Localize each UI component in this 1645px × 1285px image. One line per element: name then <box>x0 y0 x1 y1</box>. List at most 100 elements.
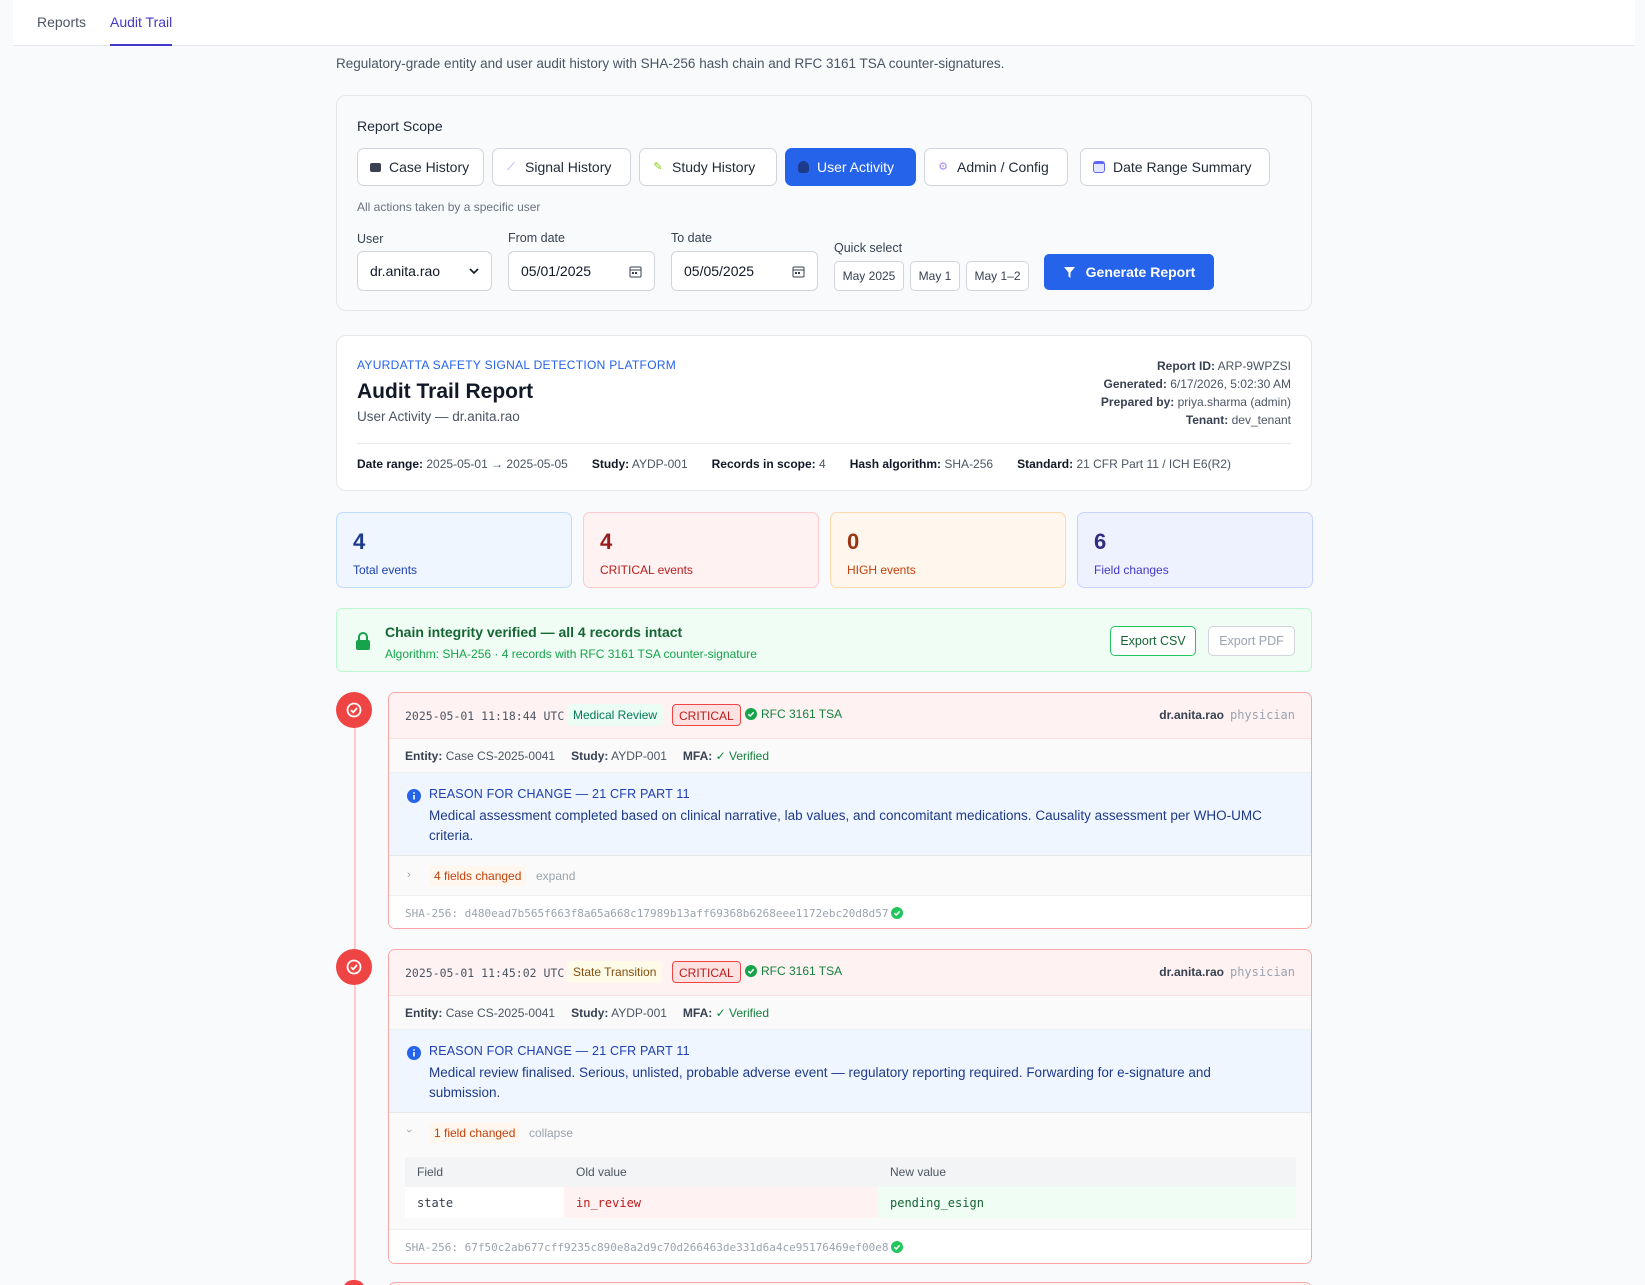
event-entity: Entity: Case CS-2025-0041 <box>405 748 556 763</box>
audit-event: 2025-05-01 11:45:02 UTC State Transition… <box>388 949 1312 1264</box>
to-date-input[interactable]: 05/05/2025 <box>671 251 818 291</box>
scope-case-history-button[interactable]: Case History <box>357 148 484 186</box>
gear-icon: ⚙ <box>938 161 948 173</box>
to-date-label: To date <box>671 231 713 245</box>
scope-study-history-button[interactable]: ✎ Study History <box>639 148 777 186</box>
column-header: New value <box>878 1157 1296 1187</box>
check-circle-icon <box>891 907 903 919</box>
scope-date-range-summary-button[interactable]: Date Range Summary <box>1080 148 1270 186</box>
fields-changed-badge: 1 field changed <box>429 1123 521 1143</box>
diff-old-value: in_review <box>564 1187 878 1218</box>
user-select[interactable]: dr.anita.rao <box>357 251 492 291</box>
reason-for-change: REASON FOR CHANGE — 21 CFR PART 11 Medic… <box>389 773 1311 856</box>
quick-select-may-1[interactable]: May 1 <box>910 261 960 291</box>
event-mfa: MFA: ✓ Verified <box>682 1005 770 1020</box>
report-id: Report ID: ARP-9WPZSI <box>1156 359 1291 373</box>
info-icon <box>407 1046 421 1060</box>
field-changes-row[interactable]: › 1 field changed collapse Field Old val… <box>389 1113 1311 1230</box>
field-diff-table: Field Old value New value state in_revie… <box>405 1157 1296 1218</box>
check-circle-icon <box>745 965 757 977</box>
event-entity: Entity: Case CS-2025-0041 <box>405 1005 556 1020</box>
tab-reports[interactable]: Reports <box>37 0 86 46</box>
collapse-toggle[interactable]: collapse <box>529 1126 573 1140</box>
export-pdf-button[interactable]: Export PDF <box>1208 626 1295 656</box>
fact-study: Study: AYDP-001 <box>591 457 688 471</box>
integrity-detail: Algorithm: SHA-256 · 4 records with RFC … <box>385 647 757 661</box>
event-user: dr.anita.rao physician <box>1159 965 1295 979</box>
event-mfa: MFA: ✓ Verified <box>682 748 770 763</box>
fact-records: Records in scope: 4 <box>711 457 826 471</box>
reason-title: REASON FOR CHANGE — 21 CFR PART 11 <box>429 787 690 801</box>
timeline-dot <box>343 1280 365 1285</box>
pencil-icon: ✎ <box>653 161 663 173</box>
filter-icon <box>1063 266 1075 278</box>
timeline-dot <box>336 692 372 728</box>
check-circle-icon <box>745 708 757 720</box>
reason-title: REASON FOR CHANGE — 21 CFR PART 11 <box>429 1044 690 1058</box>
scope-description: All actions taken by a specific user <box>357 200 541 214</box>
report-scope-line: User Activity — dr.anita.rao <box>357 409 520 424</box>
table-row: state in_review pending_esign <box>405 1187 1296 1218</box>
chevron-down-icon[interactable]: › <box>403 1129 415 1133</box>
event-hash: SHA-256: d480ead7b565f663f8a65a668c17989… <box>389 896 1311 928</box>
scope-title: Report Scope <box>357 118 443 134</box>
quick-select-may-1-2[interactable]: May 1–2 <box>966 261 1029 291</box>
report-facts: Date range: 2025-05-01 → 2025-05-05 Stud… <box>357 457 1231 471</box>
user-label: User <box>357 232 384 246</box>
divider <box>357 443 1291 444</box>
platform-name: AYURDATTA SAFETY SIGNAL DETECTION PLATFO… <box>357 358 677 372</box>
report-header-card: AYURDATTA SAFETY SIGNAL DETECTION PLATFO… <box>336 335 1312 491</box>
event-study: Study: AYDP-001 <box>571 748 667 763</box>
calendar-icon[interactable] <box>792 265 805 278</box>
fact-standard: Standard: 21 CFR Part 11 / ICH E6(R2) <box>1017 457 1231 471</box>
from-date-label: From date <box>508 231 565 245</box>
page-subtitle: Regulatory-grade entity and user audit h… <box>336 56 1005 71</box>
chevron-right-icon[interactable]: › <box>407 869 411 881</box>
fact-hash-algorithm: Hash algorithm: SHA-256 <box>849 457 994 471</box>
severity-badge: CRITICAL <box>672 704 741 726</box>
quick-select-may-2025[interactable]: May 2025 <box>834 261 904 291</box>
calendar-icon <box>1093 161 1105 173</box>
event-user: dr.anita.rao physician <box>1159 708 1295 722</box>
generate-report-button[interactable]: Generate Report <box>1044 254 1214 290</box>
report-meta: Report ID: ARP-9WPZSI Generated: 6/17/20… <box>1101 357 1291 429</box>
column-header: Old value <box>564 1157 878 1187</box>
column-header: Field <box>405 1157 564 1187</box>
report-scope-panel: Report Scope Case History ⟋ Signal Histo… <box>336 95 1312 311</box>
scope-admin-config-button[interactable]: ⚙ Admin / Config <box>924 148 1068 186</box>
stat-high-events: 0 HIGH events <box>830 512 1066 588</box>
calendar-icon[interactable] <box>629 265 642 278</box>
event-timestamp: 2025-05-01 11:45:02 UTC <box>405 966 565 980</box>
check-circle-icon <box>346 959 362 975</box>
tsa-badge: RFC 3161 TSA <box>745 707 842 721</box>
check-circle-icon <box>346 702 362 718</box>
scope-user-activity-button[interactable]: User Activity <box>785 148 916 186</box>
report-prepared-by: Prepared by: priya.sharma (admin) <box>1100 395 1291 409</box>
scope-signal-history-button[interactable]: ⟋ Signal History <box>492 148 631 186</box>
top-nav: Reports Audit Trail <box>13 0 1635 46</box>
reason-text: Medical review finalised. Serious, unlis… <box>429 1065 1211 1100</box>
stat-total-events: 4 Total events <box>336 512 572 588</box>
event-header: 2025-05-01 11:45:02 UTC State Transition… <box>389 950 1311 996</box>
fields-changed-badge: 4 fields changed <box>429 866 527 886</box>
event-hash: SHA-256: 67f50c2ab677cff9235c890e8a2d9c7… <box>389 1230 1311 1263</box>
chain-integrity-banner: Chain integrity verified — all 4 records… <box>336 608 1312 672</box>
timeline-line <box>354 712 356 1285</box>
report-title: Audit Trail Report <box>357 380 534 403</box>
event-meta: Entity: Case CS-2025-0041 Study: AYDP-00… <box>389 996 1311 1030</box>
audit-event: 2025-05-01 11:18:44 UTC Medical Review C… <box>388 692 1312 929</box>
diff-new-value: pending_esign <box>878 1187 1296 1218</box>
fact-date-range: Date range: 2025-05-01 → 2025-05-05 <box>357 457 568 471</box>
event-study: Study: AYDP-001 <box>571 1005 667 1020</box>
from-date-input[interactable]: 05/01/2025 <box>508 251 655 291</box>
event-timestamp: 2025-05-01 11:18:44 UTC <box>405 709 565 723</box>
expand-toggle[interactable]: expand <box>536 869 575 883</box>
stat-critical-events: 4 CRITICAL events <box>583 512 819 588</box>
user-icon <box>798 161 809 173</box>
field-changes-row[interactable]: › 4 fields changed expand <box>389 856 1311 896</box>
tab-audit-trail[interactable]: Audit Trail <box>110 0 173 46</box>
action-badge: Medical Review <box>567 704 664 726</box>
quick-select-label: Quick select <box>834 241 903 255</box>
lock-icon <box>356 632 370 650</box>
export-csv-button[interactable]: Export CSV <box>1110 626 1196 656</box>
